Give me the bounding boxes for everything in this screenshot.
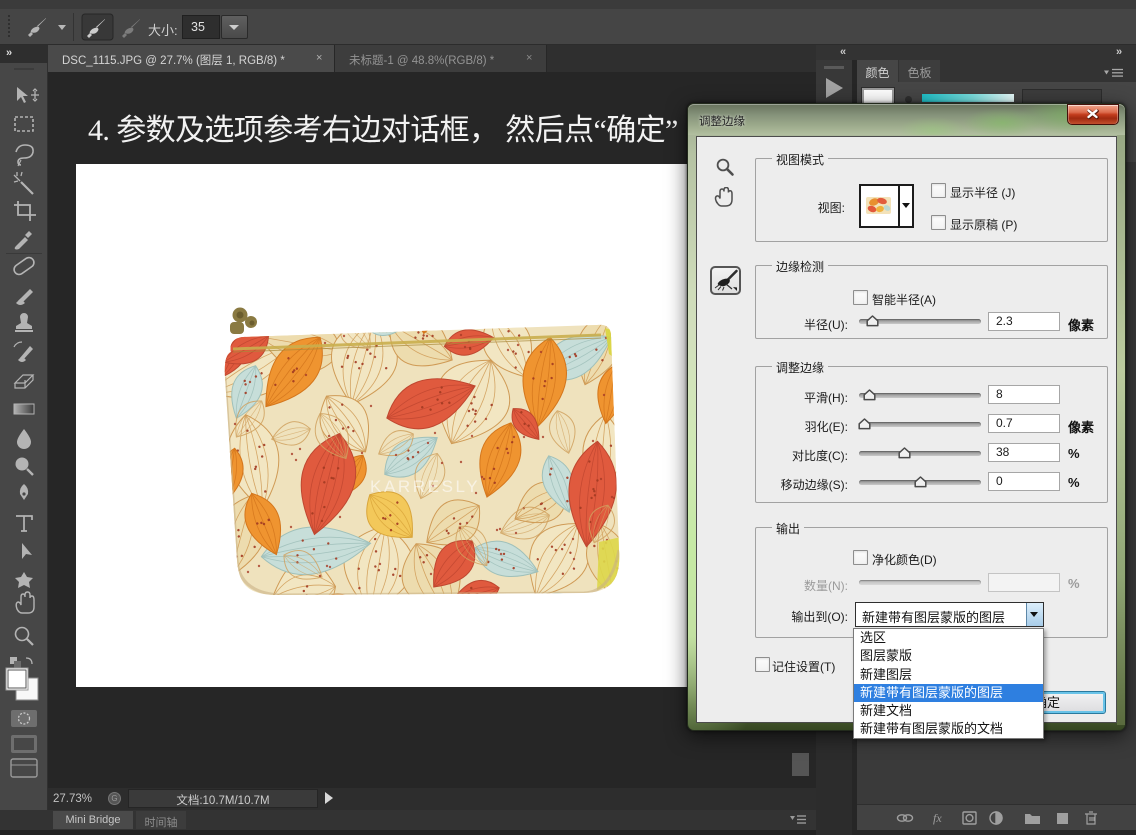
svg-text:fx: fx [933,811,942,825]
svg-text:KARRESLY: KARRESLY [370,477,480,496]
